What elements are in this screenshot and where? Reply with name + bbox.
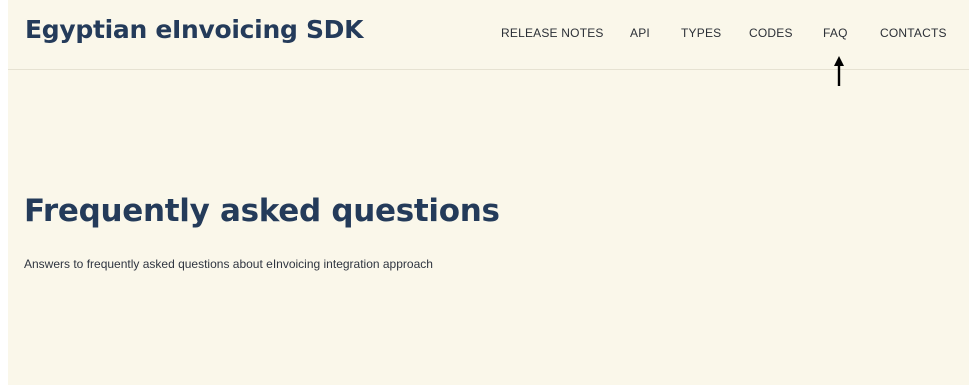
page: Egyptian eInvoicing SDK RELEASE NOTES AP…: [8, 0, 969, 385]
nav-item-codes[interactable]: CODES: [749, 26, 793, 40]
site-header: Egyptian eInvoicing SDK RELEASE NOTES AP…: [8, 0, 969, 70]
nav-item-faq[interactable]: FAQ: [823, 26, 848, 40]
main-nav: RELEASE NOTES API TYPES CODES FAQ CONTAC…: [8, 26, 969, 42]
up-arrow-icon: [834, 56, 844, 86]
nav-item-api[interactable]: API: [630, 26, 650, 40]
nav-item-release-notes[interactable]: RELEASE NOTES: [501, 26, 604, 40]
nav-item-contacts[interactable]: CONTACTS: [880, 26, 947, 40]
page-subtitle: Answers to frequently asked questions ab…: [24, 257, 433, 271]
page-title: Frequently asked questions: [24, 193, 500, 229]
nav-item-types[interactable]: TYPES: [681, 26, 721, 40]
